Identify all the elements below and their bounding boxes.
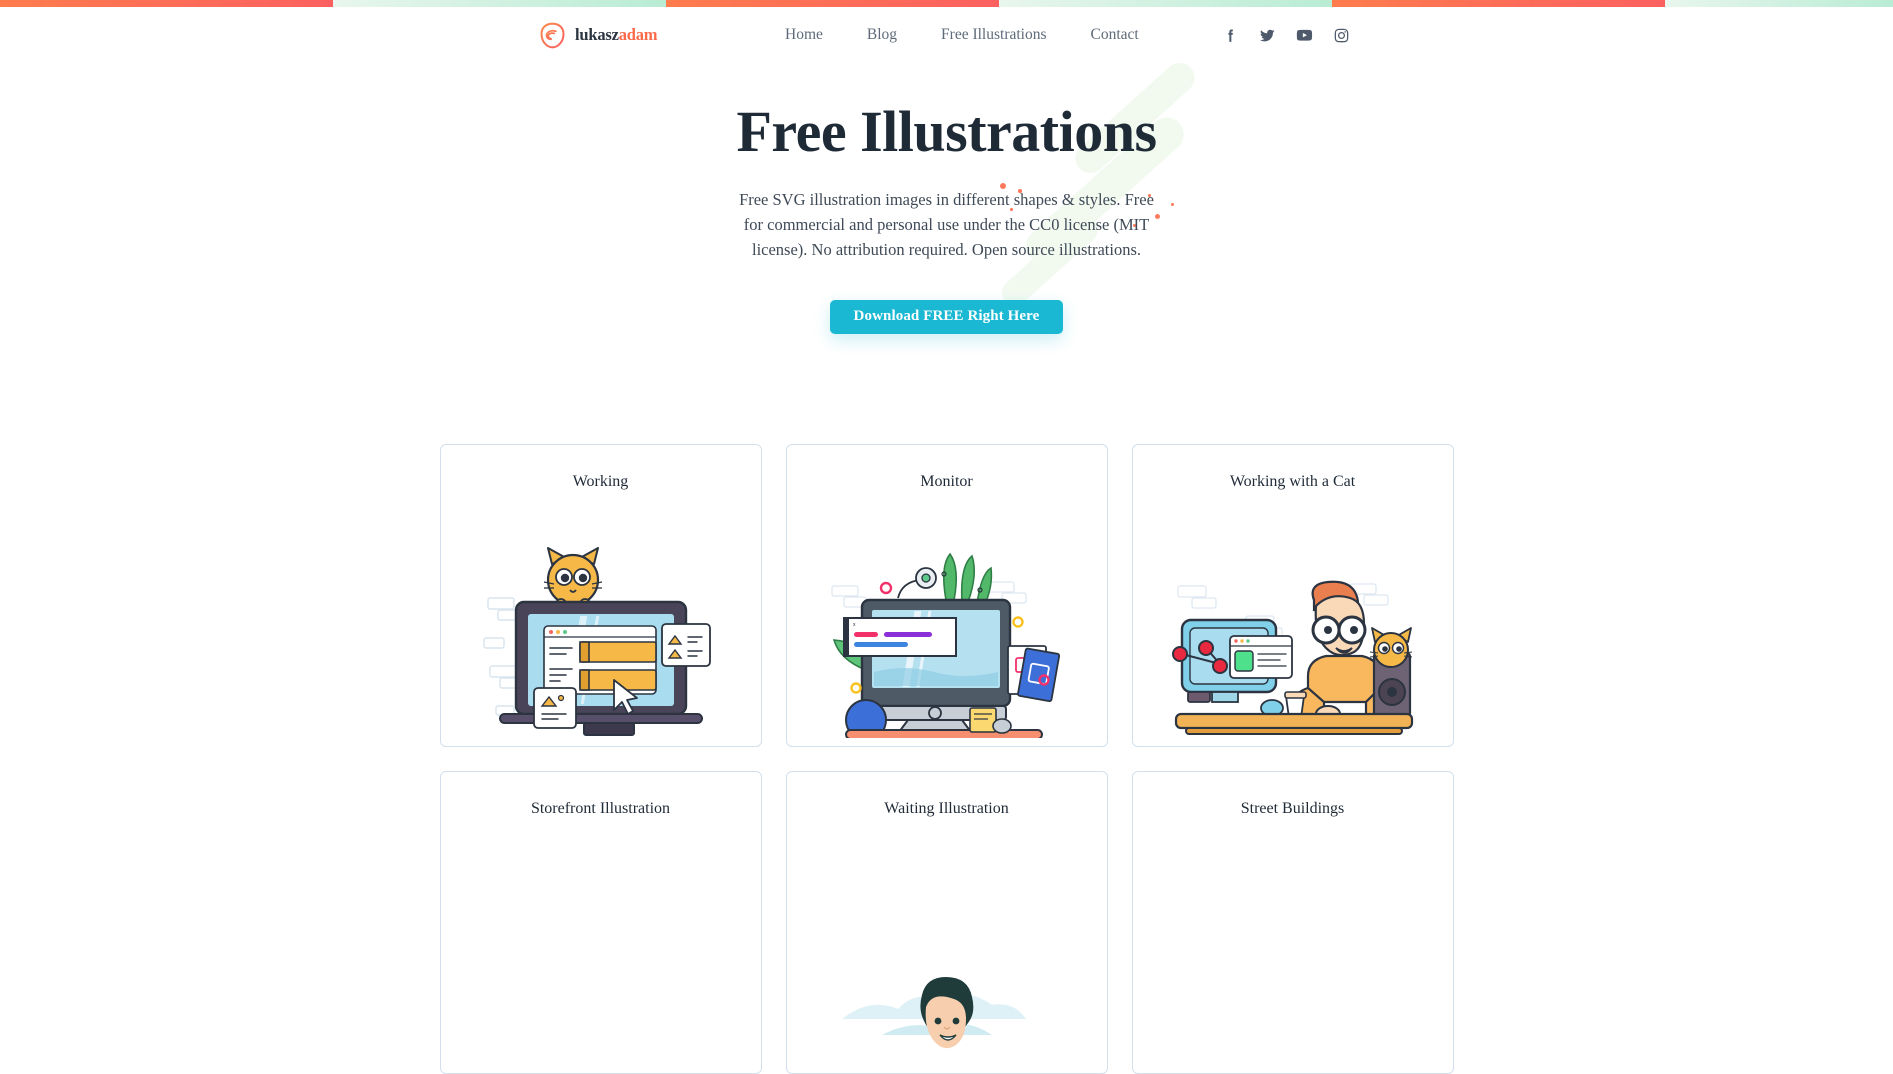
illustration-card-waiting[interactable]: Waiting Illustration [785,771,1108,1074]
nav-item-blog[interactable]: Blog [845,20,919,50]
illustration-card-working[interactable]: Working [439,444,762,747]
top-color-strip [0,0,1893,7]
hero-subtitle: Free SVG illustration images in differen… [739,190,1154,260]
hero-cta-wrapper: Download FREE Right Here [0,299,1893,334]
facebook-icon[interactable] [1222,27,1239,44]
illustration-gallery: Working Monitor x Working with a Cat Sto… [0,444,1893,1074]
street-buildings-illustration [1133,850,1453,1065]
main-navigation: Home Blog Free Illustrations Contact [763,20,1161,50]
card-title: Working with a Cat [1229,473,1356,490]
working-with-a-cat-illustration [1133,523,1453,738]
download-free-button[interactable]: Download FREE Right Here [829,299,1064,334]
site-header: lukaszadam Home Blog Free Illustrations … [0,7,1893,63]
strip-segment-orange-2 [666,0,999,7]
illustration-card-monitor[interactable]: Monitor x [785,444,1108,747]
illustration-grid: Working Monitor x Working with a Cat Sto… [439,444,1454,1074]
brand-name-second: adam [618,25,658,44]
illustration-card-storefront[interactable]: Storefront Illustration [439,771,762,1074]
strip-segment-orange-3 [1332,0,1665,7]
brand-wordmark: lukaszadam [575,25,658,45]
storefront-illustration [441,850,761,1065]
card-title: Working [572,473,629,490]
decor-dot-5 [1171,203,1174,206]
leaf-swirl-logo-icon [539,22,566,49]
brand-name-first: lukasz [575,25,619,44]
twitter-icon[interactable] [1259,27,1276,44]
illustration-card-street-buildings[interactable]: Street Buildings [1131,771,1454,1074]
strip-segment-mint-2 [999,0,1332,7]
strip-segment-mint-3 [1665,0,1893,7]
strip-segment-mint-1 [333,0,666,7]
card-title: Monitor [920,473,973,490]
strip-segment-orange-1 [0,0,333,7]
card-title: Storefront Illustration [530,800,671,817]
illustration-card-working-with-a-cat[interactable]: Working with a Cat [1131,444,1454,747]
hero-section: Free Illustrations Free SVG illustration… [0,56,1893,443]
nav-item-free-illustrations[interactable]: Free Illustrations [919,20,1068,50]
social-links [1222,27,1350,44]
nav-item-contact[interactable]: Contact [1069,20,1161,50]
page-title: Free Illustrations [736,99,1157,164]
waiting-illustration [787,850,1107,1065]
instagram-icon[interactable] [1333,27,1350,44]
card-title: Waiting Illustration [884,800,1009,817]
working-illustration [441,523,761,738]
brand-logo-link[interactable]: lukaszadam [539,22,658,49]
monitor-illustration: x [787,523,1107,738]
card-title: Street Buildings [1240,800,1345,817]
nav-item-home[interactable]: Home [763,20,845,50]
youtube-icon[interactable] [1296,27,1313,44]
